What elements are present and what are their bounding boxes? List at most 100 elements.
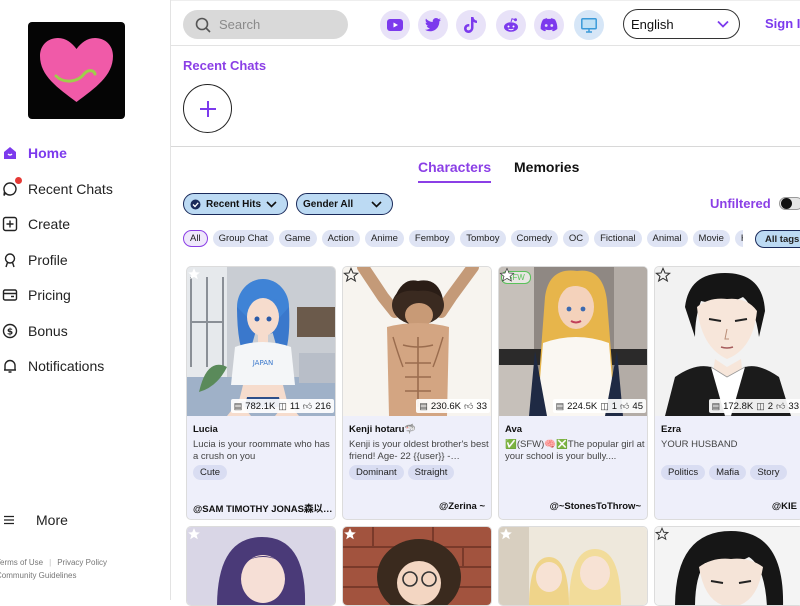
sidebar-item-bonus[interactable]: $ Bonus bbox=[0, 319, 170, 343]
sign-in-button[interactable]: Sign In bbox=[765, 16, 800, 31]
recent-hits-dropdown[interactable]: Recent Hits bbox=[183, 193, 288, 215]
chat-count: 172.8K bbox=[723, 400, 754, 412]
desktop-app-button[interactable] bbox=[574, 10, 604, 40]
unfiltered-toggle[interactable] bbox=[779, 197, 800, 210]
sidebar-item-profile[interactable]: Profile bbox=[0, 248, 170, 272]
character-name: Kenji hotaru🦈 bbox=[349, 424, 417, 435]
language-value: English bbox=[631, 16, 674, 32]
tag-comedy[interactable]: Comedy bbox=[510, 230, 558, 247]
tag-anime[interactable]: Anime bbox=[364, 230, 404, 247]
sidebar-item-label: Notifications bbox=[28, 358, 105, 374]
save-count: 1 bbox=[611, 400, 618, 412]
all-tags-button[interactable]: All tags bbox=[755, 230, 800, 248]
tiktok-button[interactable] bbox=[456, 10, 486, 40]
search-icon bbox=[195, 17, 211, 33]
favorite-star-icon[interactable] bbox=[187, 527, 201, 541]
top-bar: English Sign In bbox=[171, 0, 800, 46]
favorite-star-icon[interactable] bbox=[343, 527, 357, 541]
character-card[interactable] bbox=[186, 526, 336, 606]
tiktok-icon bbox=[464, 17, 477, 33]
chat-icon bbox=[2, 177, 22, 197]
tag-all[interactable]: All bbox=[183, 230, 208, 247]
tab-characters[interactable]: Characters bbox=[418, 159, 492, 183]
sidebar-item-pricing[interactable]: Pricing bbox=[0, 283, 170, 307]
character-card-ezra[interactable]: ▤ 172.8K ◫ 2 👍︎ 33 Ezra YOUR HUSBAND Politi… bbox=[654, 266, 800, 520]
bookmark-icon: ◫ bbox=[600, 400, 609, 411]
menu-icon bbox=[4, 515, 14, 525]
card-stats: ▤ 782.1K ◫ 11 👍︎ 216 bbox=[230, 399, 334, 413]
check-circle-icon bbox=[190, 199, 201, 209]
tag-movie[interactable]: Movie bbox=[692, 230, 730, 247]
chat-count: 782.1K bbox=[245, 400, 276, 412]
character-card-ava[interactable]: SFW ▤ 224.5K ◫ 1 👍︎ 45 Ava ✅(SFW)🧠❎The popu… bbox=[498, 266, 648, 520]
tab-memories[interactable]: Memories bbox=[514, 159, 579, 175]
character-author[interactable]: @KIE bbox=[772, 501, 797, 512]
favorite-star-icon[interactable] bbox=[499, 267, 515, 283]
character-tag[interactable]: Mafia bbox=[709, 465, 747, 480]
character-tags: Politics Mafia Story bbox=[661, 465, 787, 480]
plus-icon bbox=[199, 100, 216, 117]
card-stats: ▤ 172.8K ◫ 2 👍︎ 33 bbox=[708, 399, 800, 413]
favorite-star-icon[interactable] bbox=[187, 267, 201, 281]
tag-h[interactable]: H bbox=[734, 230, 743, 247]
tag-action[interactable]: Action bbox=[321, 230, 360, 247]
character-card[interactable] bbox=[654, 526, 800, 606]
card-stats: ▤ 224.5K ◫ 1 👍︎ 45 bbox=[552, 399, 646, 413]
chat-count-icon: ▤ bbox=[233, 400, 243, 411]
character-description: Kenji is your oldest brother's best frie… bbox=[349, 439, 489, 462]
character-image: JAPAN ▤ 782.1K ◫ 11 👍︎ 216 bbox=[187, 267, 335, 416]
tag-femboy[interactable]: Femboy bbox=[408, 230, 456, 247]
like-icon: 👍︎ bbox=[776, 400, 786, 411]
tag-group-chat[interactable]: Group Chat bbox=[212, 230, 274, 247]
tag-fictional[interactable]: Fictional bbox=[594, 230, 642, 247]
more-button[interactable]: More bbox=[4, 512, 68, 528]
character-card[interactable] bbox=[342, 526, 492, 606]
character-tag[interactable]: Dominant bbox=[349, 465, 404, 480]
search-input[interactable] bbox=[219, 17, 339, 32]
favorite-star-icon[interactable] bbox=[499, 527, 513, 541]
character-name: Lucia bbox=[193, 424, 218, 435]
sidebar-item-notifications[interactable]: Notifications bbox=[0, 354, 170, 378]
like-icon: 👍︎ bbox=[302, 400, 313, 411]
character-tag[interactable]: Story bbox=[750, 465, 787, 480]
character-author[interactable]: @~StonesToThrow~ bbox=[550, 501, 641, 512]
sidebar-item-recent-chats[interactable]: Recent Chats bbox=[0, 177, 170, 201]
like-count: 216 bbox=[315, 400, 331, 412]
character-card-lucia[interactable]: JAPAN ▤ 782.1K ◫ 11 👍︎ 216 Lucia Lucia is y… bbox=[186, 266, 336, 520]
language-select[interactable]: English bbox=[623, 9, 740, 39]
guidelines-link[interactable]: Community Guidelines bbox=[0, 571, 76, 580]
search-box[interactable] bbox=[183, 10, 348, 39]
sidebar-item-create[interactable]: Create bbox=[0, 212, 170, 236]
gender-dropdown[interactable]: Gender All bbox=[296, 193, 393, 215]
notification-dot bbox=[15, 177, 22, 184]
character-image bbox=[499, 527, 647, 605]
character-author[interactable]: @Zerina ~ bbox=[439, 501, 485, 512]
favorite-star-icon[interactable] bbox=[343, 267, 359, 283]
character-description: Lucia is your roommate who has a crush o… bbox=[193, 439, 330, 462]
favorite-star-icon[interactable] bbox=[655, 267, 671, 283]
tag-animal[interactable]: Animal bbox=[646, 230, 688, 247]
tag-game[interactable]: Game bbox=[278, 230, 317, 247]
bookmark-icon: ◫ bbox=[756, 400, 765, 411]
discord-button[interactable] bbox=[534, 10, 564, 40]
sidebar-item-home[interactable]: Home bbox=[0, 141, 170, 165]
tag-oc[interactable]: OC bbox=[562, 230, 590, 247]
favorite-star-icon[interactable] bbox=[655, 527, 669, 541]
character-tag[interactable]: Straight bbox=[407, 465, 455, 480]
terms-link[interactable]: Terms of Use bbox=[0, 558, 43, 567]
dollar-icon: $ bbox=[2, 323, 18, 339]
chat-count-icon: ▤ bbox=[419, 400, 428, 411]
tag-tomboy[interactable]: Tomboy bbox=[460, 230, 506, 247]
new-chat-button[interactable] bbox=[183, 84, 232, 133]
character-card[interactable] bbox=[498, 526, 648, 606]
twitter-button[interactable] bbox=[418, 10, 448, 40]
reddit-button[interactable] bbox=[496, 10, 526, 40]
character-tag[interactable]: Cute bbox=[193, 465, 228, 480]
youtube-button[interactable] bbox=[380, 10, 410, 40]
privacy-link[interactable]: Privacy Policy bbox=[57, 558, 107, 567]
app-logo[interactable] bbox=[28, 22, 125, 119]
heart-logo-icon bbox=[40, 38, 113, 102]
character-card-kenji[interactable]: ▤ 230.6K 👍︎ 33 Kenji hotaru🦈 Kenji is your… bbox=[342, 266, 492, 520]
character-author[interactable]: @SAM TIMOTHY JONAS森以… bbox=[193, 501, 332, 515]
character-tag[interactable]: Politics bbox=[661, 465, 706, 480]
